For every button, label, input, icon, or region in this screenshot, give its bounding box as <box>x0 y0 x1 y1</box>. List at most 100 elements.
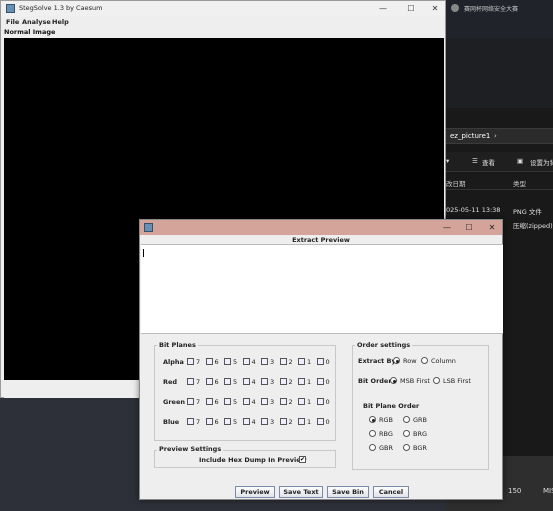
plane-order-gbr-label[interactable]: GBR <box>379 444 393 452</box>
bit-checkbox-blue-5[interactable] <box>224 418 231 425</box>
menu-help[interactable]: Help <box>52 18 69 26</box>
extract-by-row-label[interactable]: Row <box>403 357 417 365</box>
plane-order-grb-label[interactable]: GRB <box>413 416 427 424</box>
plane-order-rgb-label[interactable]: RGB <box>379 416 393 424</box>
extract-by-row-radio[interactable] <box>393 357 400 364</box>
plane-order-brg-label[interactable]: BRG <box>413 430 427 438</box>
file-row[interactable]: 025-05-11 13:38 PNG 文件 <box>446 204 553 218</box>
menu-bar: File Analyse Help <box>1 16 445 28</box>
menu-analyse[interactable]: Analyse <box>22 18 51 26</box>
plane-order-rbg-label[interactable]: RBG <box>379 430 393 438</box>
bit-checkbox-alpha-1[interactable] <box>298 358 305 365</box>
bit-order-lsb-label[interactable]: LSB First <box>443 377 471 385</box>
sort-dropdown-icon[interactable]: ▾ <box>446 157 449 165</box>
bit-checkbox-red-5[interactable] <box>224 378 231 385</box>
bit-checkbox-red-7[interactable] <box>187 378 194 385</box>
bit-checkbox-blue-0[interactable] <box>316 418 324 425</box>
hex-dump-checkbox[interactable]: ✔ <box>299 456 306 463</box>
column-modified[interactable]: 改日期 <box>446 178 466 188</box>
address-bar[interactable]: ez_picture1 › <box>446 128 553 144</box>
view-button[interactable]: 查看 <box>482 157 495 167</box>
bit-checkbox-red-6[interactable] <box>205 378 213 385</box>
bit-checkbox-blue-7[interactable] <box>187 418 194 425</box>
channel-label-blue: Blue <box>163 418 180 426</box>
bit-checkbox-alpha-7[interactable] <box>187 358 194 365</box>
bit-checkbox-alpha-6[interactable] <box>205 358 213 365</box>
chevron-right-icon[interactable]: › <box>494 132 497 140</box>
close-button[interactable]: ✕ <box>478 220 506 235</box>
bit-number-label: 7 <box>196 378 201 386</box>
extract-by-column-label[interactable]: Column <box>431 357 456 365</box>
bit-checkbox-green-5[interactable] <box>224 398 231 405</box>
extract-by-label: Extract By <box>358 357 396 365</box>
bit-checkbox-red-2[interactable] <box>279 378 287 385</box>
cancel-button[interactable]: Cancel <box>373 486 409 498</box>
bit-number-label: 7 <box>196 358 201 366</box>
set-background-button[interactable]: 设置为背 <box>530 157 553 167</box>
bit-number-label: 6 <box>214 358 219 366</box>
bit-checkbox-red-3[interactable] <box>261 378 268 385</box>
column-type[interactable]: 类型 <box>513 178 526 188</box>
view-icon[interactable]: ☰ <box>472 157 478 165</box>
bit-checkbox-alpha-0[interactable] <box>316 358 324 365</box>
display-icon[interactable]: ▣ <box>517 157 523 165</box>
plane-order-grb-radio[interactable] <box>403 416 410 423</box>
bit-number-label: 2 <box>288 358 293 366</box>
plane-order-brg-radio[interactable] <box>403 430 410 437</box>
explorer-toolbar: ▾ ☰ 查看 ▣ 设置为背 <box>446 152 553 172</box>
bit-checkbox-blue-3[interactable] <box>261 418 268 425</box>
extract-output-textarea[interactable] <box>141 244 503 334</box>
preview-settings-title: Preview Settings <box>157 445 224 453</box>
bit-checkbox-red-1[interactable] <box>298 378 305 385</box>
bit-number-label: 2 <box>288 398 293 406</box>
bit-checkbox-alpha-3[interactable] <box>261 358 268 365</box>
background-panel <box>446 38 553 108</box>
bit-order-msb-label[interactable]: MSB First <box>400 377 430 385</box>
bit-checkbox-alpha-2[interactable] <box>279 358 287 365</box>
background-tab-title: 赛网杯网络安全大赛 <box>464 6 519 13</box>
plane-order-bgr-radio[interactable] <box>403 444 410 451</box>
plane-order-bgr-label[interactable]: BGR <box>413 444 427 452</box>
bit-number-label: 1 <box>307 398 312 406</box>
minimize-button[interactable]: — <box>369 1 397 16</box>
bit-checkbox-green-3[interactable] <box>261 398 268 405</box>
breadcrumb[interactable]: ez_picture1 <box>450 132 490 140</box>
bit-order-label: Bit Order <box>358 377 392 385</box>
bit-checkbox-red-0[interactable] <box>316 378 324 385</box>
bit-checkbox-green-4[interactable] <box>242 398 250 405</box>
bit-checkbox-green-1[interactable] <box>298 398 305 405</box>
bit-order-lsb-radio[interactable] <box>433 377 440 384</box>
bit-number-label: 5 <box>233 398 238 406</box>
bit-checkbox-red-4[interactable] <box>242 378 250 385</box>
close-button[interactable]: ✕ <box>421 1 449 16</box>
extract-titlebar[interactable]: — ☐ ✕ <box>140 220 502 235</box>
bit-checkbox-blue-4[interactable] <box>242 418 250 425</box>
bit-number-label: 0 <box>325 378 330 386</box>
extract-by-column-radio[interactable] <box>421 357 428 364</box>
plane-order-rbg-radio[interactable] <box>369 430 376 437</box>
bit-plane-order-label: Bit Plane Order <box>363 402 420 410</box>
bit-checkbox-blue-1[interactable] <box>298 418 305 425</box>
bit-number-label: 7 <box>196 418 201 426</box>
bit-checkbox-alpha-5[interactable] <box>224 358 231 365</box>
plane-order-rgb-radio[interactable] <box>369 416 376 423</box>
bit-checkbox-green-6[interactable] <box>205 398 213 405</box>
stegsolve-titlebar[interactable]: StegSolve 1.3 by Caesum — ☐ ✕ <box>1 1 445 16</box>
bit-checkbox-blue-6[interactable] <box>205 418 213 425</box>
bit-number-label: 6 <box>214 398 219 406</box>
bit-checkbox-alpha-4[interactable] <box>242 358 250 365</box>
save-text-button[interactable]: Save Text <box>279 486 323 498</box>
bit-checkbox-green-7[interactable] <box>187 398 194 405</box>
bit-number-label: 1 <box>307 418 312 426</box>
preview-button[interactable]: Preview <box>235 486 275 498</box>
bit-checkbox-blue-2[interactable] <box>279 418 287 425</box>
bit-order-msb-radio[interactable] <box>390 377 397 384</box>
channel-label-red: Red <box>163 378 178 386</box>
bit-checkbox-green-0[interactable] <box>316 398 324 405</box>
bit-number-label: 6 <box>214 378 219 386</box>
bit-checkbox-green-2[interactable] <box>279 398 287 405</box>
window-title: StegSolve 1.3 by Caesum <box>19 4 103 12</box>
plane-order-gbr-radio[interactable] <box>369 444 376 451</box>
save-bin-button[interactable]: Save Bin <box>327 486 369 498</box>
menu-file[interactable]: File <box>6 18 19 26</box>
